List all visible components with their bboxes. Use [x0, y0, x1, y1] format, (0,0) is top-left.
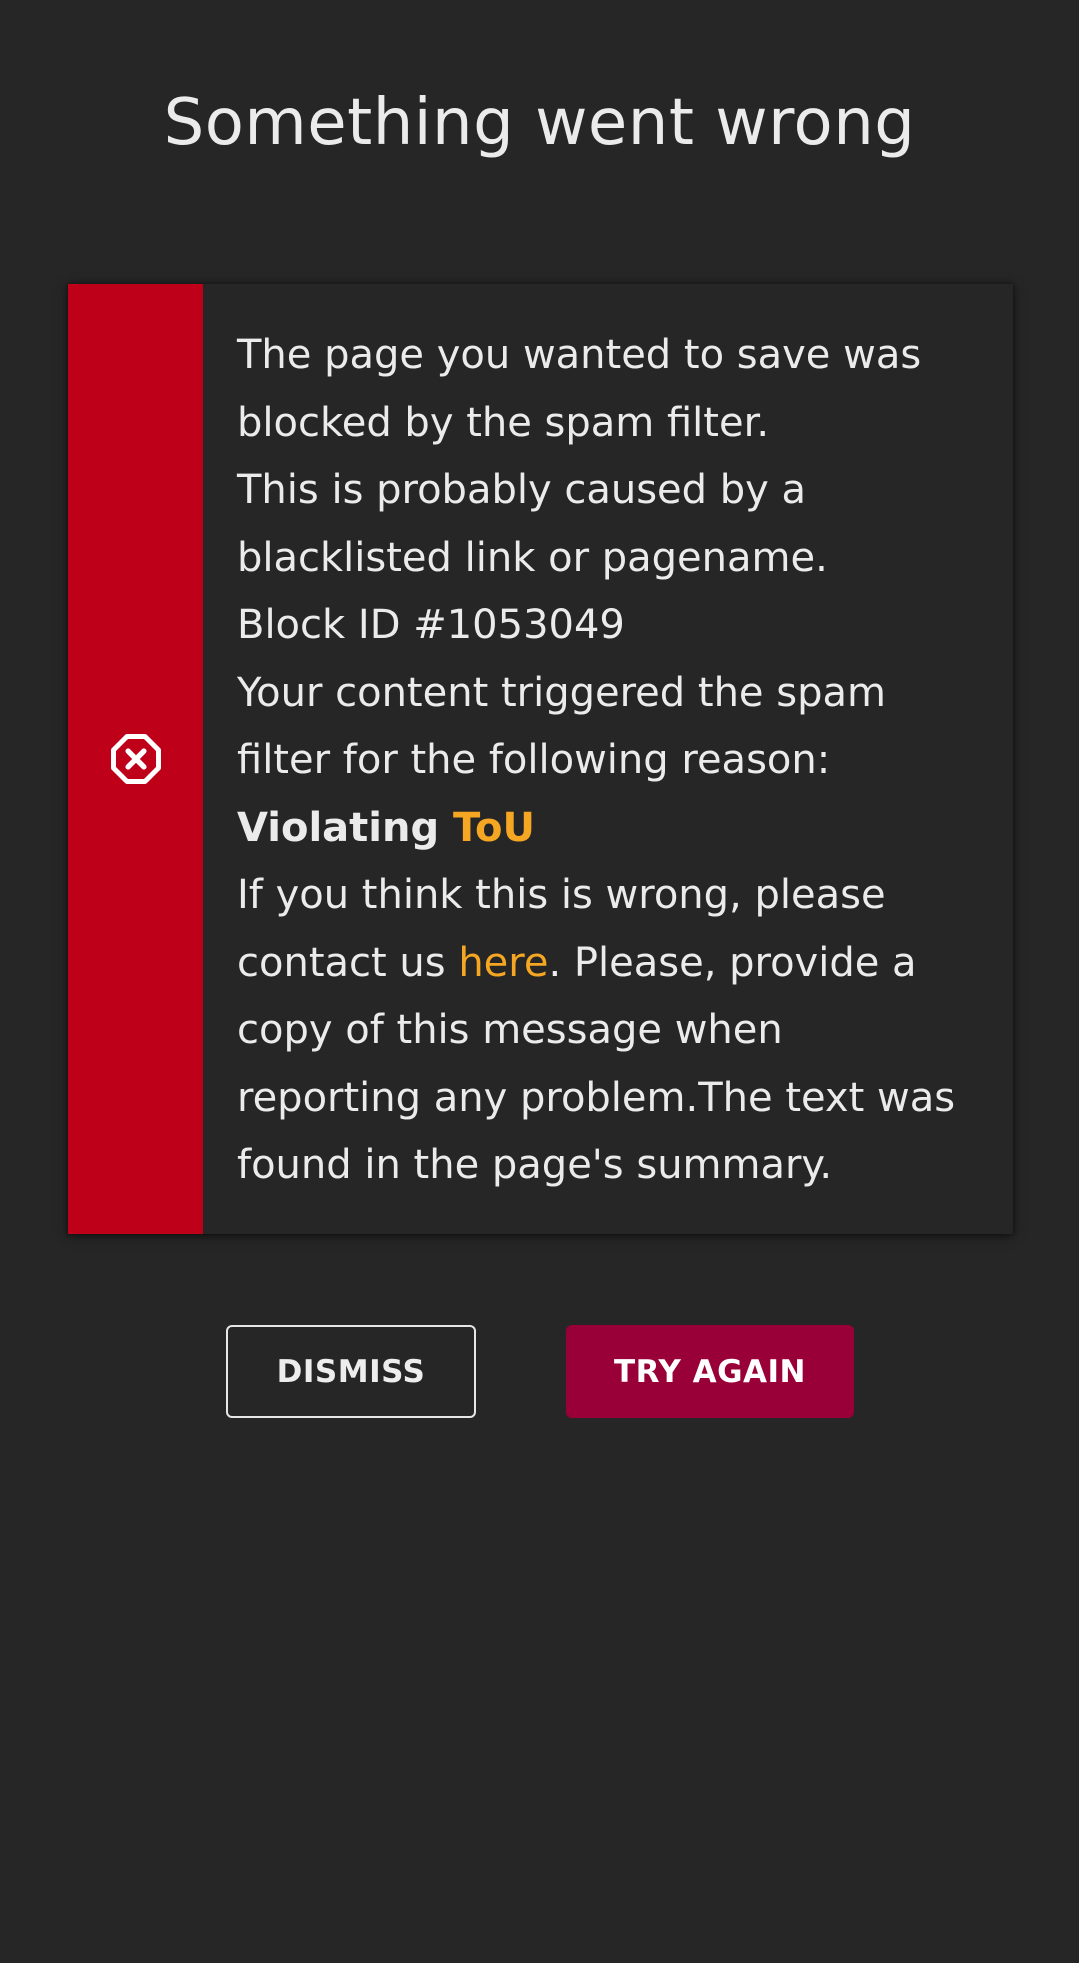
alert-message: The page you wanted to save was blocked …	[203, 284, 1013, 1234]
page-title: Something went wrong	[163, 86, 916, 160]
action-buttons: DISMISS TRY AGAIN	[0, 1325, 1079, 1418]
contact-here-link[interactable]: here	[458, 940, 548, 986]
try-again-button[interactable]: TRY AGAIN	[566, 1325, 854, 1418]
alert-line-reason-intro: Your content triggered the spam filter f…	[237, 669, 886, 784]
alert-line-blocked: The page you wanted to save was blocked …	[237, 332, 922, 446]
contact-text: If you think this is wrong, please conta…	[237, 862, 979, 1200]
tou-link[interactable]: ToU	[453, 805, 535, 851]
reason-prefix: Violating	[237, 804, 440, 851]
spam-filter-alert: The page you wanted to save was blocked …	[68, 284, 1013, 1234]
alert-line-cause: This is probably caused by a blacklisted…	[237, 467, 828, 581]
reason: Violating ToU	[237, 795, 979, 863]
alert-stripe	[68, 284, 203, 1234]
dismiss-button[interactable]: DISMISS	[226, 1325, 476, 1418]
block-id: Block ID #1053049	[237, 602, 625, 648]
close-octagon-icon	[109, 732, 163, 786]
